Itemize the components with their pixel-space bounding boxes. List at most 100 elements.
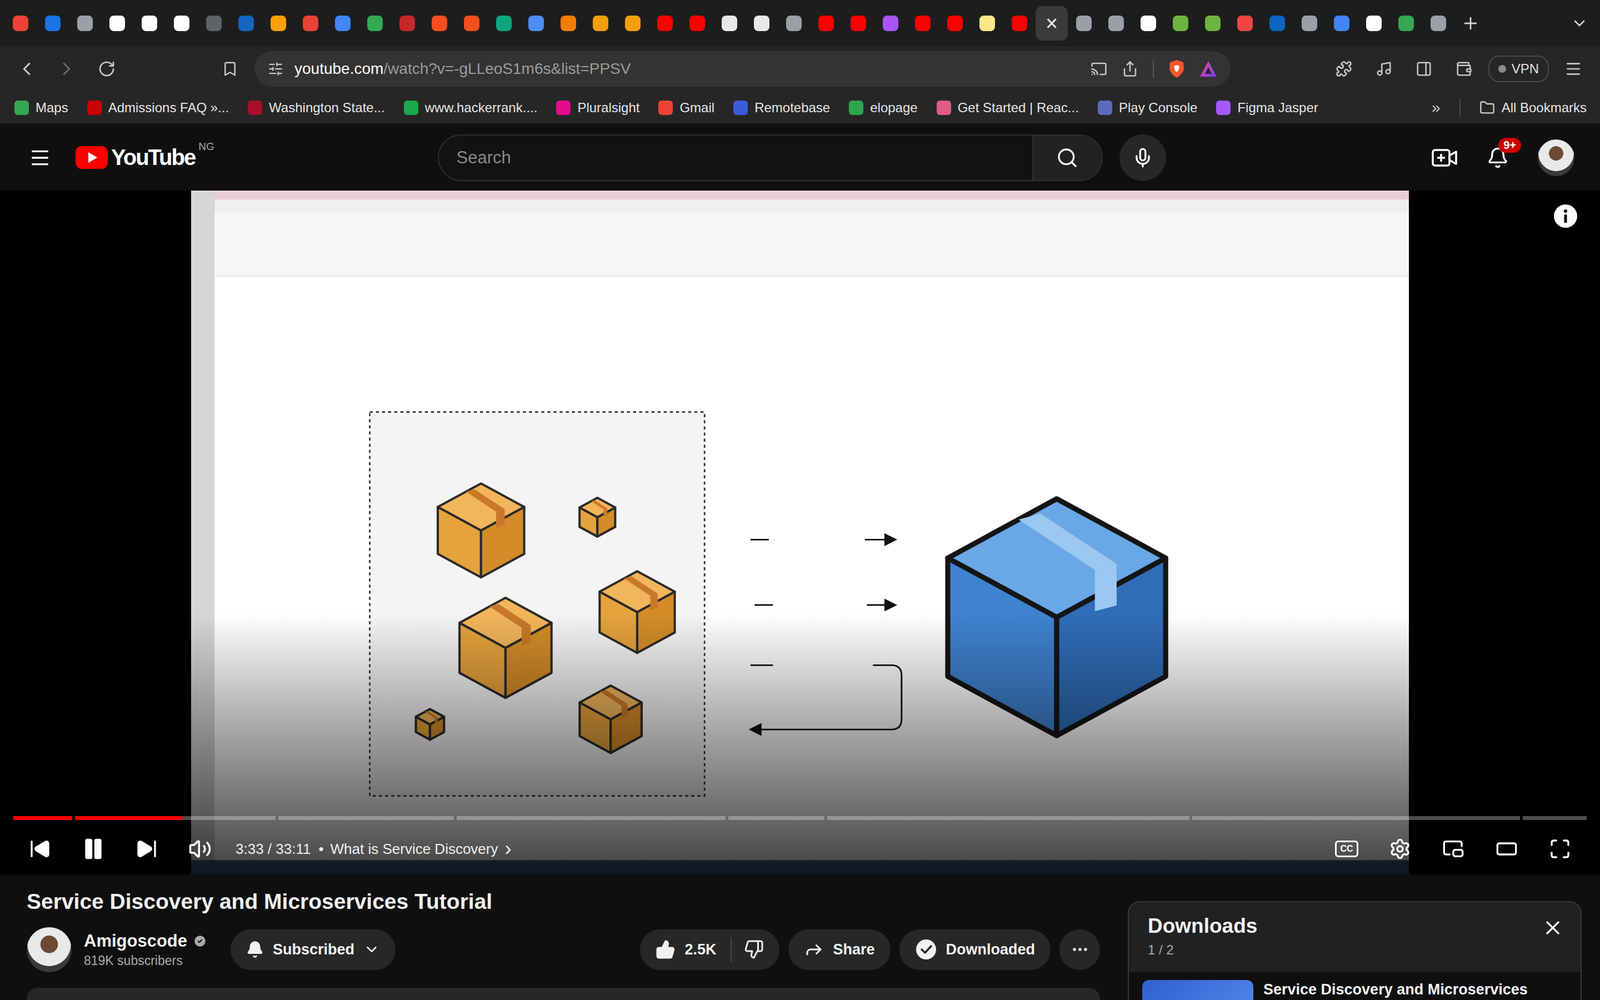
tab-search-button[interactable] [1563, 6, 1596, 41]
browser-tab[interactable] [810, 6, 843, 41]
search-input[interactable] [438, 135, 1033, 180]
theater-button[interactable] [1480, 824, 1534, 874]
cast-icon[interactable] [1090, 60, 1108, 78]
sidebar-button[interactable] [1408, 53, 1440, 85]
bookmarks-more[interactable]: » [1431, 98, 1441, 117]
browser-tab[interactable] [1390, 6, 1423, 41]
tab-close[interactable]: × [1045, 12, 1058, 34]
browser-tab[interactable] [68, 6, 102, 41]
browser-tab[interactable] [1293, 6, 1326, 41]
bookmark-item[interactable]: Figma Jasper [1216, 100, 1318, 116]
browser-tab[interactable] [101, 6, 134, 41]
bookmark-button[interactable] [214, 53, 246, 85]
account-avatar[interactable] [1537, 139, 1575, 177]
notifications-button[interactable]: 9+ [1486, 146, 1509, 169]
miniplayer-button[interactable] [1426, 824, 1480, 874]
browser-tab[interactable] [1003, 6, 1036, 41]
info-icon[interactable] [1553, 203, 1578, 229]
youtube-logo[interactable]: YouTubeNG [75, 145, 215, 170]
video-player[interactable]: 3:33 / 33:11•What is Service Discovery›C… [0, 190, 1600, 875]
bookmark-item[interactable]: Admissions FAQ »... [87, 100, 229, 116]
chapter-segment[interactable] [1522, 816, 1587, 820]
share-icon[interactable] [1121, 60, 1139, 78]
all-bookmarks[interactable]: All Bookmarks [1479, 100, 1587, 116]
bookmark-item[interactable]: Washington State... [247, 100, 385, 116]
browser-tab[interactable] [455, 6, 488, 41]
browser-tab[interactable] [487, 6, 520, 41]
bookmark-item[interactable]: Remotebase [733, 100, 830, 116]
site-info-icon[interactable] [267, 61, 284, 77]
chapter-segment[interactable] [827, 816, 1190, 820]
browser-tab[interactable] [262, 6, 295, 41]
browser-tab[interactable] [1132, 6, 1165, 41]
next-button[interactable] [120, 824, 174, 874]
browser-tab[interactable] [36, 6, 69, 41]
menu-button[interactable] [1557, 53, 1589, 85]
bookmark-item[interactable]: elopage [848, 100, 918, 116]
browser-tab[interactable]: × [1035, 6, 1068, 41]
download-button[interactable]: Downloaded [899, 929, 1052, 970]
play-pause-button[interactable] [66, 824, 120, 874]
share-button[interactable]: Share [788, 929, 890, 970]
back-button[interactable] [11, 53, 43, 85]
browser-tab[interactable] [326, 6, 359, 41]
wallet-button[interactable] [1448, 53, 1480, 85]
bookmark-item[interactable]: Gmail [658, 100, 715, 116]
browser-tab[interactable] [1067, 6, 1100, 41]
bookmark-item[interactable]: Pluralsight [556, 100, 640, 116]
browser-tab[interactable] [391, 6, 424, 41]
browser-tab[interactable] [552, 6, 585, 41]
browser-tab[interactable] [197, 6, 230, 41]
subscribe-button[interactable]: Subscribed [230, 929, 396, 970]
info-button[interactable] [1553, 203, 1578, 229]
guide-button[interactable] [28, 146, 52, 169]
url-text[interactable]: youtube.com/watch?v=-gLLeoS1m6s&list=PPS… [294, 60, 631, 78]
bookmark-item[interactable]: Play Console [1097, 100, 1198, 116]
extensions-button[interactable] [1328, 53, 1360, 85]
fullscreen-button[interactable] [1533, 824, 1587, 874]
forward-button[interactable] [51, 53, 83, 85]
reload-button[interactable] [91, 53, 123, 85]
close-panel-button[interactable] [1541, 916, 1564, 942]
chapter-segment[interactable] [728, 816, 825, 820]
browser-tab[interactable] [648, 6, 682, 41]
progress-bar[interactable] [13, 816, 1587, 820]
browser-tab[interactable] [165, 6, 198, 41]
dislike-button[interactable] [731, 939, 780, 960]
bookmark-item[interactable]: Get Started | Reac... [936, 100, 1079, 116]
browser-tab[interactable] [1164, 6, 1197, 41]
chapter-segment[interactable] [278, 816, 454, 820]
chapter-title[interactable]: •What is Service Discovery› [318, 838, 512, 859]
brave-shield-icon[interactable] [1168, 59, 1185, 79]
browser-tab[interactable] [713, 6, 746, 41]
address-field[interactable]: youtube.com/watch?v=-gLLeoS1m6s&list=PPS… [254, 51, 1231, 87]
search-button[interactable] [1032, 135, 1102, 180]
music-button[interactable] [1368, 53, 1400, 85]
browser-tab[interactable] [423, 6, 456, 41]
create-button[interactable] [1431, 146, 1458, 169]
previous-button[interactable] [13, 824, 67, 874]
new-tab-button[interactable] [1454, 6, 1487, 41]
browser-tab[interactable] [842, 6, 875, 41]
more-actions-button[interactable] [1059, 929, 1100, 970]
browser-tab[interactable] [971, 6, 1004, 41]
description-box[interactable] [26, 987, 1100, 1000]
volume-button[interactable] [173, 824, 227, 874]
chapter-segment[interactable] [75, 816, 276, 820]
chapter-segment[interactable] [13, 816, 73, 820]
rewards-triangle-icon[interactable] [1199, 60, 1218, 78]
chapter-segment[interactable] [1192, 816, 1520, 820]
browser-tab[interactable] [1196, 6, 1229, 41]
chapter-segment[interactable] [456, 816, 726, 820]
browser-tab[interactable] [1422, 6, 1455, 41]
bookmark-item[interactable]: www.hackerrank.... [403, 100, 538, 116]
browser-tab[interactable] [777, 6, 810, 41]
vpn-button[interactable]: VPN [1488, 55, 1549, 83]
browser-tab[interactable] [520, 6, 553, 41]
bookmark-item[interactable]: Maps [14, 100, 69, 116]
browser-tab[interactable] [1357, 6, 1390, 41]
channel-name[interactable]: Amigoscode [83, 931, 208, 952]
browser-tab[interactable] [230, 6, 263, 41]
browser-tab[interactable] [294, 6, 327, 41]
browser-tab[interactable] [1325, 6, 1358, 41]
